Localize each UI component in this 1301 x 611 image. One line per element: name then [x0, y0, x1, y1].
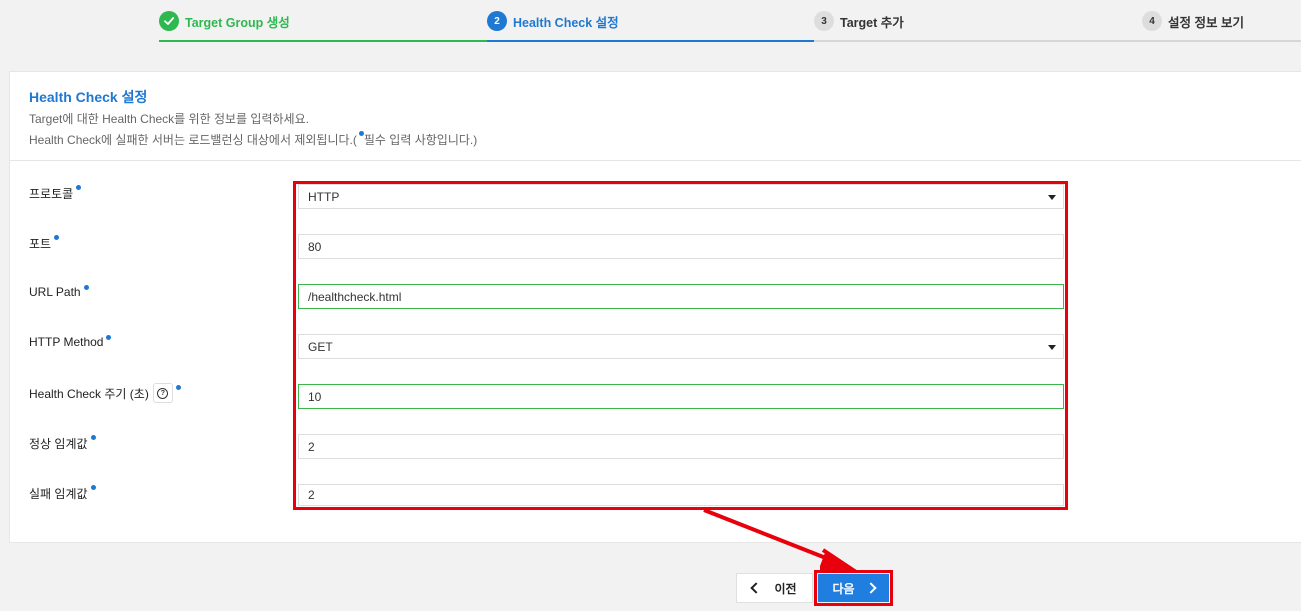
label-text: 실패 임계값	[29, 487, 88, 501]
healthy-threshold-label: 정상 임계값	[29, 435, 96, 452]
step-progress-line	[159, 40, 487, 42]
step-summary[interactable]: 4 설정 정보 보기	[1142, 0, 1301, 42]
label-text: 프로토콜	[29, 187, 74, 201]
panel-description: Target에 대한 Health Check를 위한 정보를 입력하세요.	[29, 112, 309, 126]
label-text: URL Path	[29, 285, 81, 299]
panel-title: Health Check 설정	[29, 89, 148, 105]
step-label: Target Group 생성	[185, 15, 290, 30]
label-text: HTTP Method	[29, 335, 104, 349]
step-number: 2	[487, 11, 507, 31]
step-progress-line	[814, 40, 1142, 42]
required-dot-icon	[175, 385, 181, 390]
required-dot-icon	[54, 235, 60, 240]
step-progress-line	[1142, 40, 1301, 42]
port-label: 포트	[29, 235, 60, 252]
required-dot-icon	[83, 285, 89, 290]
desc-text: 필수 입력 사항입니다.)	[363, 133, 478, 147]
unhealthy-threshold-label: 실패 임계값	[29, 485, 96, 502]
url-path-label: URL Path	[29, 285, 89, 299]
step-health-check[interactable]: 2 Health Check 설정	[487, 0, 814, 42]
http-method-label: HTTP Method	[29, 335, 112, 349]
desc-text: Health Check에 실패한 서버는 로드밸런싱 대상에서 제외됩니다.(	[29, 133, 357, 147]
interval-label: Health Check 주기 (초) ?	[29, 383, 181, 403]
chevron-left-icon	[750, 582, 763, 594]
step-label: Health Check 설정	[513, 15, 619, 30]
protocol-label: 프로토콜	[29, 185, 82, 202]
next-label: 다음	[832, 581, 855, 596]
step-number: 4	[1142, 11, 1162, 31]
prev-button[interactable]: 이전	[736, 573, 813, 603]
check-icon	[159, 11, 179, 31]
wizard-stepper: Target Group 생성 2 Health Check 설정 3 Targ…	[0, 0, 1301, 42]
required-dot-icon	[76, 185, 82, 190]
step-target-group[interactable]: Target Group 생성	[159, 0, 487, 42]
required-dot-icon	[90, 435, 96, 440]
prev-label: 이전	[774, 581, 797, 596]
step-progress-line	[487, 40, 814, 42]
label-text: 포트	[29, 237, 52, 251]
annotation-highlight-box	[293, 181, 1068, 510]
chevron-right-icon	[864, 582, 877, 594]
panel-description-required-note: Health Check에 실패한 서버는 로드밸런싱 대상에서 제외됩니다.(…	[29, 131, 477, 148]
label-text: Health Check 주기 (초)	[29, 387, 149, 401]
next-button[interactable]: 다음	[818, 574, 889, 602]
step-label: 설정 정보 보기	[1168, 15, 1244, 30]
required-dot-icon	[106, 335, 112, 340]
step-label: Target 추가	[840, 15, 904, 30]
label-text: 정상 임계값	[29, 437, 88, 451]
divider	[10, 160, 1301, 161]
step-target-add[interactable]: 3 Target 추가	[814, 0, 1142, 42]
step-number: 3	[814, 11, 834, 31]
required-dot-icon	[90, 485, 96, 490]
help-icon: ?	[157, 387, 169, 399]
help-button[interactable]: ?	[152, 383, 173, 403]
